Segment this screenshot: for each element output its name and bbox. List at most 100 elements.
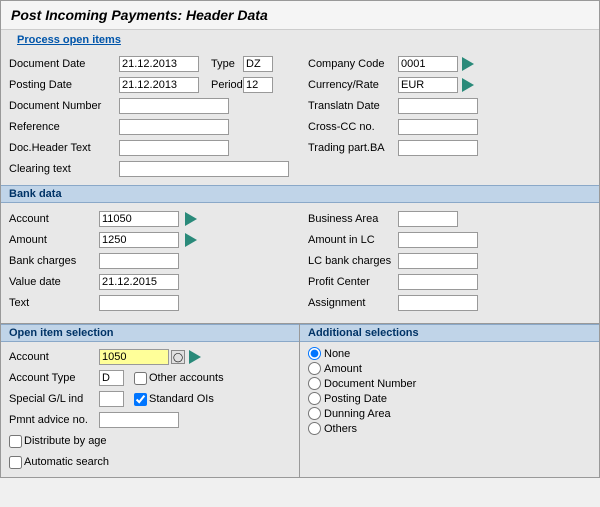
value-date-label: Value date <box>9 276 99 288</box>
business-area-label: Business Area <box>308 213 398 225</box>
reference-label: Reference <box>9 121 119 133</box>
radio-posting-date-input[interactable] <box>308 392 321 405</box>
open-item-form: Account ◯ Account Type Other accounts <box>1 342 299 477</box>
row-reference: Reference Cross-CC no. <box>9 118 591 136</box>
radio-document-number-input[interactable] <box>308 377 321 390</box>
distribute-label[interactable]: Distribute by age <box>9 435 107 448</box>
radio-dunning-area[interactable]: Dunning Area <box>308 407 591 420</box>
other-accounts-label[interactable]: Other accounts <box>134 372 224 385</box>
bank-account-input[interactable] <box>99 211 179 227</box>
special-gl-input[interactable] <box>99 391 124 407</box>
amount-label: Amount <box>9 234 99 246</box>
oi-account-type-input[interactable] <box>99 370 124 386</box>
oi-account-btn[interactable]: ◯ <box>171 350 185 364</box>
trading-part-input[interactable] <box>398 140 478 156</box>
account-arrow <box>185 212 197 226</box>
radio-posting-date[interactable]: Posting Date <box>308 392 591 405</box>
radio-document-number[interactable]: Document Number <box>308 377 591 390</box>
bank-charges-label: Bank charges <box>9 255 99 267</box>
oi-account-input[interactable] <box>99 349 169 365</box>
row-doc-header: Doc.Header Text Trading part.BA <box>9 139 591 157</box>
value-date-input[interactable] <box>99 274 179 290</box>
row-value-date: Value date Profit Center <box>9 273 591 291</box>
business-area-input[interactable] <box>398 211 458 227</box>
row-bank-charges: Bank charges LC bank charges <box>9 252 591 270</box>
posting-date-label: Posting Date <box>9 79 119 91</box>
posting-date-input[interactable] <box>119 77 199 93</box>
additional-section-bar: Additional selections <box>300 324 599 342</box>
bank-text-input[interactable] <box>99 295 179 311</box>
profit-center-label: Profit Center <box>308 276 398 288</box>
lc-bank-charges-input[interactable] <box>398 253 478 269</box>
oi-special-gl-row: Special G/L ind Standard OIs <box>9 390 291 408</box>
automatic-label[interactable]: Automatic search <box>9 456 109 469</box>
oi-account-type-row: Account Type Other accounts <box>9 369 291 387</box>
distribute-checkbox[interactable] <box>9 435 22 448</box>
pmnt-advice-input[interactable] <box>99 412 179 428</box>
row-bank-account: Account Business Area <box>9 210 591 228</box>
standard-ois-label[interactable]: Standard OIs <box>134 393 214 406</box>
main-container: Post Incoming Payments: Header Data Proc… <box>0 0 600 478</box>
amount-arrow <box>185 233 197 247</box>
assignment-label: Assignment <box>308 297 398 309</box>
document-date-input[interactable] <box>119 56 199 72</box>
profit-center-input[interactable] <box>398 274 478 290</box>
oi-distribute-row: Distribute by age <box>9 432 291 450</box>
bank-data-section-bar: Bank data <box>1 185 599 203</box>
row-posting-date: Posting Date Period Currency/Rate <box>9 76 591 94</box>
period-input[interactable] <box>243 77 273 93</box>
type-input[interactable] <box>243 56 273 72</box>
radio-others[interactable]: Others <box>308 422 591 435</box>
row-document-number: Document Number Translatn Date <box>9 97 591 115</box>
amount-input[interactable] <box>99 232 179 248</box>
other-accounts-checkbox[interactable] <box>134 372 147 385</box>
type-label: Type <box>211 58 243 70</box>
cross-cc-input[interactable] <box>398 119 478 135</box>
radio-none-input[interactable] <box>308 347 321 360</box>
page-title: Post Incoming Payments: Header Data <box>1 1 599 30</box>
period-label: Period <box>211 79 243 91</box>
bank-text-label: Text <box>9 297 99 309</box>
row-document-date: Document Date Type Company Code <box>9 55 591 73</box>
clearing-text-input[interactable] <box>119 161 289 177</box>
document-date-label: Document Date <box>9 58 119 70</box>
currency-rate-label: Currency/Rate <box>308 79 398 91</box>
document-number-label: Document Number <box>9 100 119 112</box>
company-code-input[interactable] <box>398 56 458 72</box>
oi-pmnt-advice-row: Pmnt advice no. <box>9 411 291 429</box>
radio-none[interactable]: None <box>308 347 591 360</box>
doc-header-input[interactable] <box>119 140 229 156</box>
oi-account-type-label: Account Type <box>9 372 99 384</box>
radio-others-input[interactable] <box>308 422 321 435</box>
company-code-arrow <box>462 57 474 71</box>
header-form: Document Date Type Company Code Posting … <box>1 50 599 183</box>
amount-lc-input[interactable] <box>398 232 478 248</box>
additional-form: None Amount Document Number Posting Date… <box>300 342 599 440</box>
special-gl-label: Special G/L ind <box>9 393 99 405</box>
bank-account-label: Account <box>9 213 99 225</box>
radio-dunning-area-input[interactable] <box>308 407 321 420</box>
process-open-items-link[interactable]: Process open items <box>9 30 129 48</box>
oi-automatic-row: Automatic search <box>9 453 291 471</box>
radio-amount[interactable]: Amount <box>308 362 591 375</box>
automatic-checkbox[interactable] <box>9 456 22 469</box>
amount-lc-label: Amount in LC <box>308 234 398 246</box>
clearing-text-label: Clearing text <box>9 163 119 175</box>
currency-rate-input[interactable] <box>398 77 458 93</box>
currency-arrow <box>462 78 474 92</box>
oi-account-row: Account ◯ <box>9 348 291 366</box>
radio-amount-input[interactable] <box>308 362 321 375</box>
row-bank-text: Text Assignment <box>9 294 591 312</box>
reference-input[interactable] <box>119 119 229 135</box>
cross-cc-label: Cross-CC no. <box>308 121 398 133</box>
additional-section: Additional selections None Amount Docume… <box>300 324 599 477</box>
bank-charges-input[interactable] <box>99 253 179 269</box>
document-number-input[interactable] <box>119 98 229 114</box>
translatn-date-input[interactable] <box>398 98 478 114</box>
trading-part-label: Trading part.BA <box>308 142 398 154</box>
doc-header-label: Doc.Header Text <box>9 142 119 154</box>
translatn-date-label: Translatn Date <box>308 100 398 112</box>
assignment-input[interactable] <box>398 295 478 311</box>
bottom-sections: Open item selection Account ◯ Account Ty… <box>1 323 599 477</box>
standard-ois-checkbox[interactable] <box>134 393 147 406</box>
